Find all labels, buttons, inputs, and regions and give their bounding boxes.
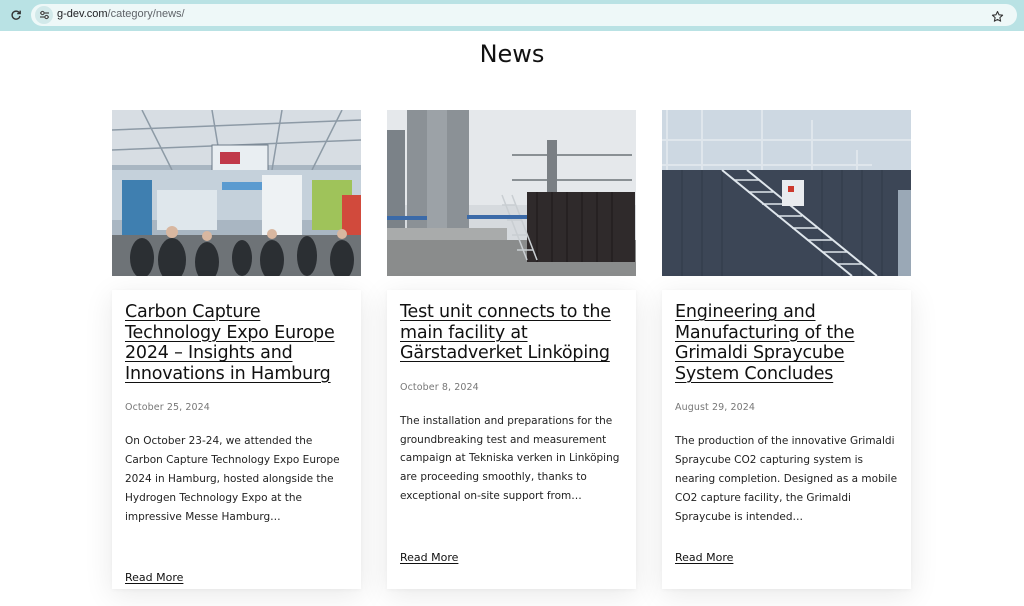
post-title-link[interactable]: Engineering and Manufacturing of the Gri… bbox=[675, 302, 903, 384]
post-card: Test unit connects to the main facility … bbox=[387, 290, 636, 589]
post-image-test-unit[interactable] bbox=[387, 110, 636, 276]
site-info-icon[interactable] bbox=[35, 6, 53, 24]
read-more-link[interactable]: Read More bbox=[125, 571, 183, 584]
post-excerpt: The production of the innovative Grimald… bbox=[675, 435, 898, 523]
post-date: August 29, 2024 bbox=[675, 402, 756, 414]
post-excerpt: The installation and preparations for th… bbox=[400, 414, 620, 502]
post-excerpt: On October 23-24, we attended the Carbon… bbox=[125, 435, 340, 523]
post-image-spraycube[interactable] bbox=[662, 110, 911, 276]
reload-icon[interactable] bbox=[6, 5, 26, 25]
url-path: /category/news/ bbox=[107, 8, 185, 20]
page-title: News bbox=[479, 40, 545, 68]
post-date: October 25, 2024 bbox=[125, 402, 210, 414]
post-card: Carbon Capture Technology Expo Europe 20… bbox=[112, 290, 361, 589]
address-bar[interactable]: g-dev.com/category/news/ bbox=[31, 4, 1017, 26]
post-title-link[interactable]: Carbon Capture Technology Expo Europe 20… bbox=[125, 302, 353, 384]
bookmark-star-icon[interactable] bbox=[991, 8, 1005, 22]
url-domain: g-dev.com bbox=[57, 8, 108, 20]
post-card: Engineering and Manufacturing of the Gri… bbox=[662, 290, 911, 589]
post-date: October 8, 2024 bbox=[400, 381, 479, 393]
read-more-link[interactable]: Read More bbox=[675, 551, 733, 564]
read-more-link[interactable]: Read More bbox=[400, 551, 458, 564]
post-title-link[interactable]: Test unit connects to the main facility … bbox=[400, 302, 628, 364]
browser-toolbar: g-dev.com/category/news/ bbox=[0, 0, 1024, 31]
post-image-expo[interactable] bbox=[112, 110, 361, 276]
url-text[interactable]: g-dev.com/category/news/ bbox=[57, 8, 185, 20]
